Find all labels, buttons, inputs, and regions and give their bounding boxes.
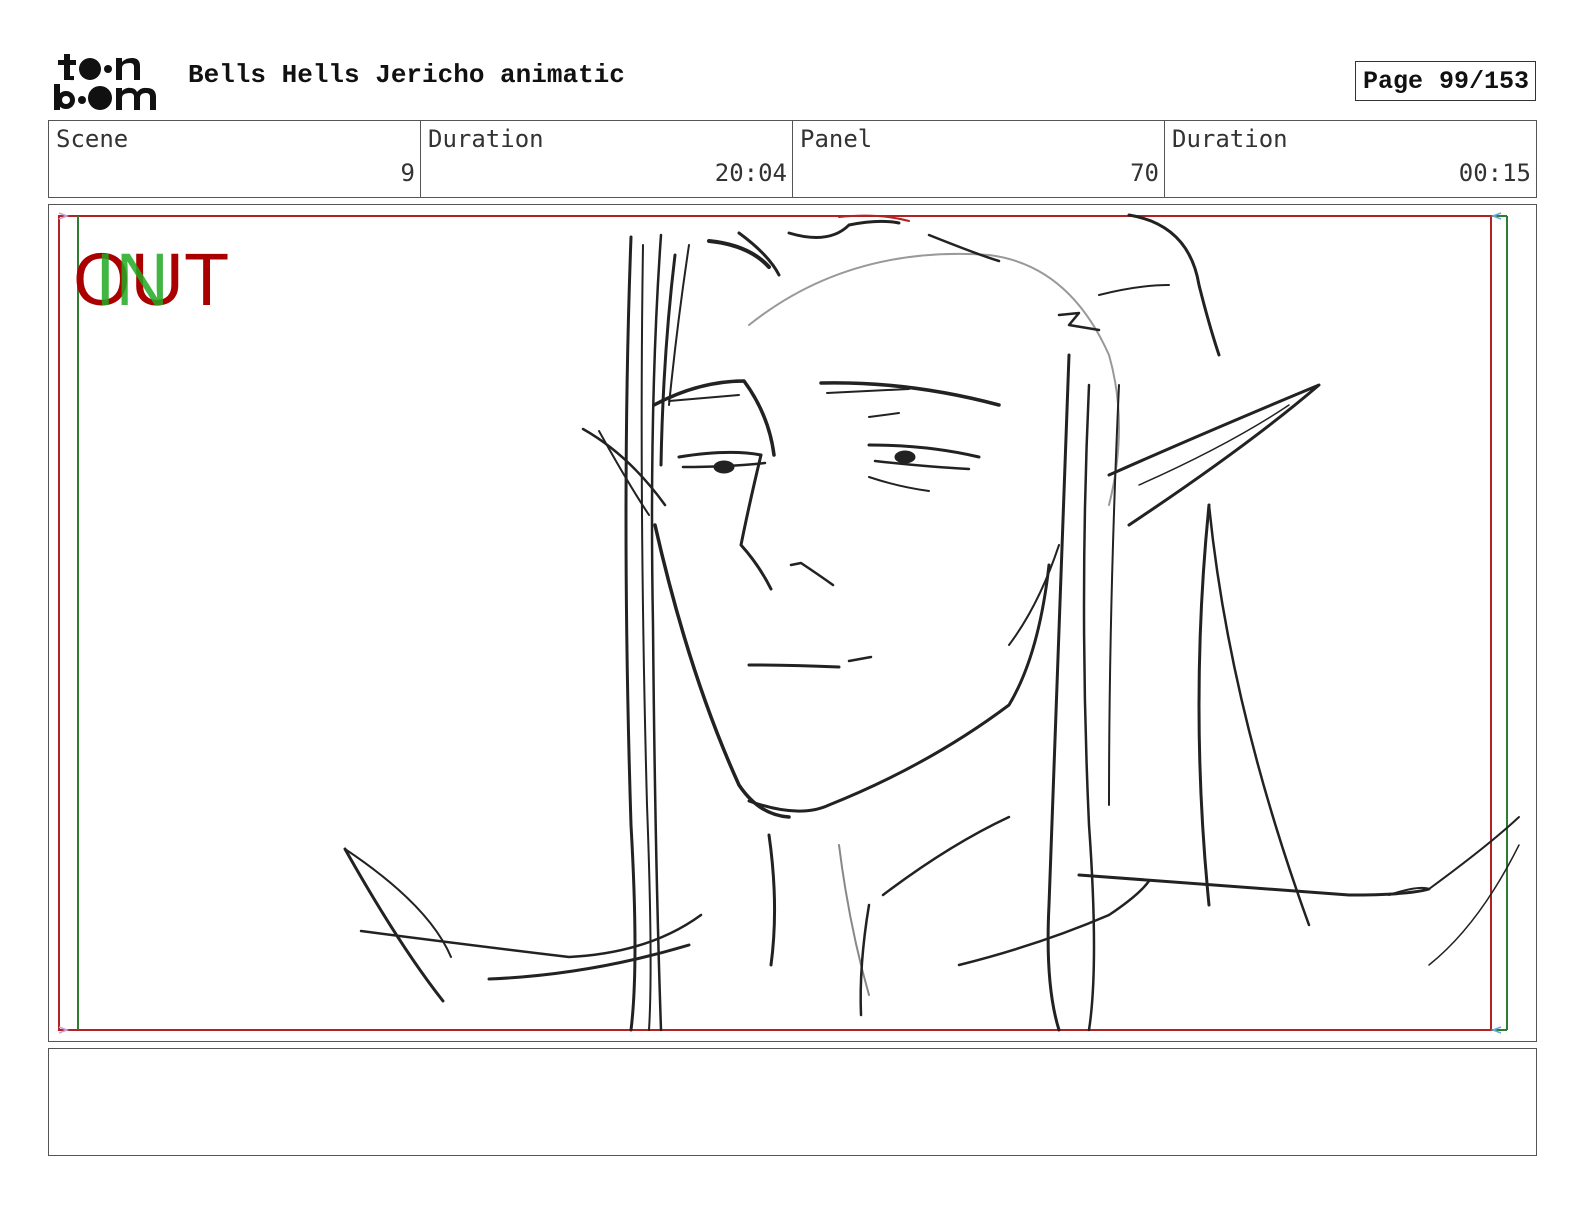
panel-duration-value: 00:15 (1458, 159, 1531, 187)
character-sketch (343, 213, 1520, 1032)
scene-duration-cell: Duration 20:04 (421, 121, 793, 197)
panel-sketch: OUT IN (58, 212, 1520, 1034)
panel-label: Panel (800, 125, 873, 153)
panel-cell: Panel 70 (793, 121, 1165, 197)
document-title: Bells Hells Jericho animatic (188, 60, 625, 90)
scene-duration-label: Duration (428, 125, 544, 153)
page-indicator: Page 99/153 (1355, 61, 1536, 101)
panel-duration-label: Duration (1172, 125, 1288, 153)
in-marker: IN (95, 238, 169, 321)
page-number: 99/153 (1439, 66, 1530, 96)
page-label: Page (1363, 66, 1424, 96)
scene-cell: Scene 9 (49, 121, 421, 197)
scene-value: 9 (400, 159, 415, 187)
panel-info-row: Scene 9 Duration 20:04 Panel 70 Duration… (48, 120, 1537, 198)
panel-value: 70 (1130, 159, 1159, 187)
toon-boom-logo (50, 50, 166, 112)
scene-label: Scene (56, 125, 129, 153)
panel-notes (48, 1048, 1537, 1156)
panel-duration-cell: Duration 00:15 (1165, 121, 1536, 197)
scene-duration-value: 20:04 (714, 159, 787, 187)
storyboard-panel: OUT IN (48, 204, 1537, 1042)
